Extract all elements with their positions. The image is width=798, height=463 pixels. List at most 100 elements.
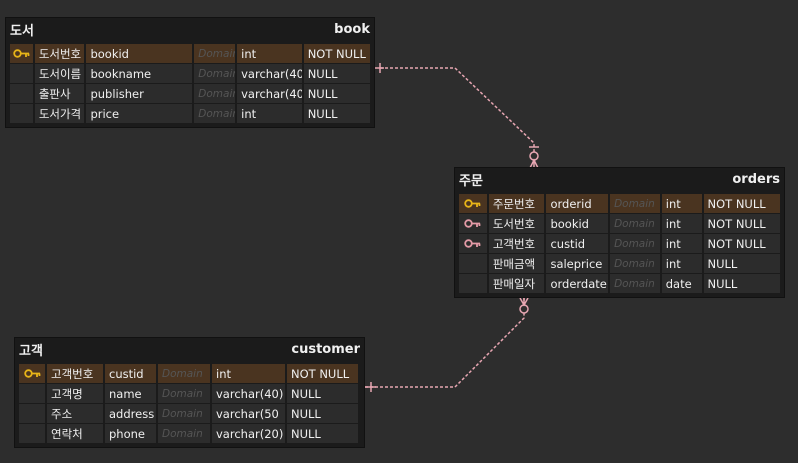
attribute-row[interactable]: 고객번호 custid Domain int NOT NULL bbox=[19, 364, 360, 383]
datatype-cell: varchar(50 bbox=[212, 404, 285, 423]
nullable-cell: NULL bbox=[703, 274, 780, 293]
key-cell bbox=[459, 234, 487, 253]
attribute-row[interactable]: 도서이름booknameDomainvarchar(40)NULL bbox=[10, 64, 370, 83]
relationship-book-orders[interactable] bbox=[375, 63, 539, 169]
domain-cell: Domain bbox=[610, 194, 660, 213]
logical-name-cell: 판매일자 bbox=[488, 274, 545, 293]
nullable-cell: NOT NULL bbox=[703, 214, 780, 233]
datatype-cell: varchar(40) bbox=[237, 64, 302, 83]
relationship-line bbox=[365, 297, 525, 388]
key-cell bbox=[459, 214, 487, 233]
physical-name-cell: name bbox=[105, 384, 156, 403]
logical-name-cell: 도서가격 bbox=[34, 104, 85, 123]
entity-logical-name: 도서 bbox=[10, 23, 34, 39]
domain-cell: Domain bbox=[158, 424, 210, 443]
nullable-cell: NULL bbox=[287, 424, 358, 443]
domain-cell: Domain bbox=[610, 214, 660, 233]
entity-logical-name: 고객 bbox=[19, 343, 43, 359]
physical-name-cell: custid bbox=[105, 364, 156, 383]
nullable-cell: NOT NULL bbox=[703, 234, 780, 253]
logical-name-cell: 도서번호 bbox=[34, 44, 85, 63]
entity-physical-name: customer bbox=[291, 341, 360, 357]
logical-name-cell: 연락처 bbox=[47, 424, 103, 443]
nullable-cell: NULL bbox=[303, 104, 370, 123]
logical-name-cell: 고객명 bbox=[47, 384, 103, 403]
domain-cell: Domain bbox=[610, 254, 660, 273]
attribute-row[interactable]: 주소 address Domain varchar(50 NULL bbox=[19, 404, 360, 423]
entity-header: 주문 orders bbox=[455, 168, 784, 190]
physical-name-cell: bookid bbox=[546, 214, 609, 233]
entity-header: 고객 customer bbox=[15, 338, 364, 360]
attribute-row[interactable]: 출판사publisherDomainvarchar(40)NULL bbox=[10, 84, 370, 103]
key-cell bbox=[459, 274, 487, 293]
key-cell bbox=[10, 84, 33, 103]
attribute-row[interactable]: 도서번호 bookid Domain int NOT NULL bbox=[10, 44, 370, 63]
logical-name-cell: 출판사 bbox=[34, 84, 85, 103]
entity-customer[interactable]: 고객 customer 고객번호 custid Domain int NOT NULL 고… bbox=[15, 338, 364, 447]
domain-cell: Domain bbox=[194, 64, 236, 83]
primary-key-icon bbox=[464, 199, 481, 208]
attribute-row[interactable]: 판매금액 saleprice Domain int NULL bbox=[459, 254, 780, 273]
domain-cell: Domain bbox=[610, 234, 660, 253]
domain-cell: Domain bbox=[194, 44, 236, 63]
physical-name-cell: orderdate bbox=[546, 274, 609, 293]
attribute-row[interactable]: 도서번호 bookid Domain int NOT NULL bbox=[459, 214, 780, 233]
attribute-row[interactable]: 도서가격 price Domain int NULL bbox=[10, 104, 370, 123]
entity-book[interactable]: 도서 book 도서번호 bookid Domain int NOT NULL 도서이름 b… bbox=[6, 18, 374, 127]
key-cell bbox=[10, 64, 33, 83]
foreign-key-icon bbox=[464, 239, 481, 248]
key-cell bbox=[19, 404, 45, 423]
primary-key-icon bbox=[13, 49, 30, 58]
logical-name-cell: 주소 bbox=[47, 404, 103, 423]
physical-name-cell: address bbox=[105, 404, 156, 423]
physical-name-cell: bookid bbox=[86, 44, 193, 63]
attribute-row[interactable]: 연락처 phone Domain varchar(20) NULL bbox=[19, 424, 360, 443]
datatype-cell: varchar(40) bbox=[212, 384, 285, 403]
logical-name-cell: 도서번호 bbox=[488, 214, 545, 233]
crows-foot bbox=[519, 297, 529, 307]
datatype-cell: int bbox=[237, 104, 302, 123]
datatype-cell: int bbox=[661, 234, 702, 253]
attribute-row[interactable]: 고객명 name Domain varchar(40) NULL bbox=[19, 384, 360, 403]
datatype-cell: int bbox=[661, 194, 702, 213]
physical-name-cell: custid bbox=[546, 234, 609, 253]
physical-name-cell: bookname bbox=[86, 64, 193, 83]
domain-cell: Domain bbox=[158, 364, 210, 383]
domain-cell: Domain bbox=[158, 404, 210, 423]
entity-header: 도서 book bbox=[6, 18, 374, 40]
relationship-customer-orders[interactable] bbox=[365, 297, 529, 392]
logical-name-cell: 고객번호 bbox=[47, 364, 103, 383]
relationship-line bbox=[375, 67, 535, 160]
nullable-cell: NULL bbox=[303, 64, 370, 83]
nullable-cell: NOT NULL bbox=[703, 194, 780, 213]
nullable-cell: NULL bbox=[287, 384, 358, 403]
entity-physical-name: book bbox=[334, 21, 370, 37]
logical-name-cell: 주문번호 bbox=[488, 194, 545, 213]
logical-name-cell: 고객번호 bbox=[488, 234, 545, 253]
nullable-cell: NOT NULL bbox=[287, 364, 358, 383]
datatype-cell: varchar(40) bbox=[237, 84, 302, 103]
domain-cell: Domain bbox=[194, 84, 236, 103]
key-cell bbox=[459, 254, 487, 273]
key-cell bbox=[459, 194, 487, 213]
datatype-cell: int bbox=[661, 254, 702, 273]
domain-cell: Domain bbox=[158, 384, 210, 403]
domain-cell: Domain bbox=[194, 104, 236, 123]
key-cell bbox=[10, 104, 33, 123]
attribute-row[interactable]: 주문번호 orderid Domain int NOT NULL bbox=[459, 194, 780, 213]
key-cell bbox=[19, 364, 45, 383]
physical-name-cell: orderid bbox=[546, 194, 609, 213]
attribute-row[interactable]: 판매일자 orderdate Domain date NULL bbox=[459, 274, 780, 293]
nullable-cell: NULL bbox=[703, 254, 780, 273]
key-cell bbox=[19, 424, 45, 443]
physical-name-cell: price bbox=[86, 104, 193, 123]
nullable-cell: NULL bbox=[287, 404, 358, 423]
key-cell bbox=[10, 44, 33, 63]
nullable-cell: NULL bbox=[303, 84, 370, 103]
attribute-list: 고객번호 custid Domain int NOT NULL 고객명 name Domain… bbox=[15, 360, 364, 447]
entity-orders[interactable]: 주문 orders 주문번호 orderid Domain int NOT NULL 도서… bbox=[455, 168, 784, 297]
datatype-cell: date bbox=[661, 274, 702, 293]
physical-name-cell: saleprice bbox=[546, 254, 609, 273]
attribute-row[interactable]: 고객번호 custid Domain int NOT NULL bbox=[459, 234, 780, 253]
datatype-cell: int bbox=[237, 44, 302, 63]
